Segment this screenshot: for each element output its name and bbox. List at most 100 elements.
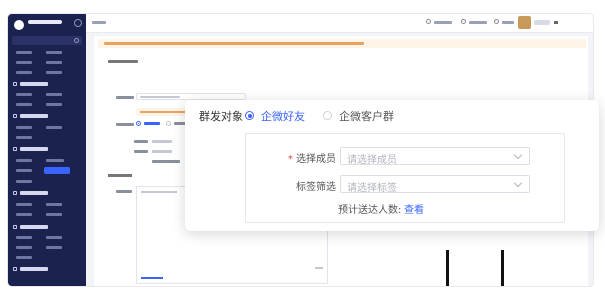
input-placeholder [152,140,172,143]
member-field-label-text: 选择成员 [296,154,336,165]
sidebar-item[interactable] [46,203,62,206]
preview-frame-edge [446,250,449,286]
sidebar-item[interactable] [16,159,32,162]
section-icon [13,147,17,151]
screenshot-canvas: 群发对象 企微好友 企微客户群 * 选择成员 请选择成员 标签筛选 请选择标签 … [0,0,605,298]
sidebar-item[interactable] [16,51,32,54]
add-attachment-link[interactable] [141,277,163,279]
sidebar-item[interactable] [16,93,32,96]
topbar-icon[interactable] [426,19,431,24]
sidebar-item[interactable] [16,236,32,239]
section-icon [13,82,17,86]
input-placeholder [140,96,180,98]
sidebar-item[interactable] [16,213,32,216]
brand-name [28,20,62,24]
avatar[interactable] [518,16,531,29]
topbar [86,14,593,33]
collapse-icon[interactable] [74,19,82,27]
estimate-text [152,160,180,163]
sidebar-item[interactable] [46,236,62,239]
topbar-icon[interactable] [494,19,499,24]
view-estimate-link[interactable]: 查看 [404,201,424,216]
section-icon [13,267,17,271]
topbar-link[interactable] [469,21,487,24]
form-label [134,150,148,153]
option-wecom-friends[interactable]: 企微好友 [261,108,305,124]
chevron-down-icon [513,178,523,188]
sidebar-section[interactable] [13,191,79,195]
sidebar-item[interactable] [46,246,62,249]
section-title [20,267,48,271]
form-label [134,140,148,143]
sidebar-item-active[interactable] [44,167,70,174]
section-title [20,191,48,195]
sidebar-item[interactable] [16,103,32,106]
form-label [116,190,132,193]
sidebar-item[interactable] [46,93,62,96]
sidebar-item[interactable] [16,246,32,249]
form-label [116,123,134,126]
section-heading [108,174,132,177]
sidebar [8,14,86,286]
section-title [20,225,48,229]
member-field-label: * 选择成员 [256,150,336,165]
section-icon [13,191,17,195]
search-icon [74,38,79,43]
sidebar-section[interactable] [13,147,79,151]
radio-unselected-icon[interactable] [323,111,332,120]
tag-select[interactable]: 请选择标签 [340,175,530,194]
radio-selected-icon[interactable] [136,121,141,126]
sidebar-section[interactable] [13,225,79,229]
member-select[interactable]: 请选择成员 [340,147,530,166]
tag-placeholder: 请选择标签 [347,183,397,194]
section-icon [13,225,17,229]
char-count [315,267,323,269]
sidebar-item[interactable] [16,71,32,74]
sidebar-item[interactable] [16,61,32,64]
topbar-icon[interactable] [461,19,466,24]
filter-box: * 选择成员 请选择成员 标签筛选 请选择标签 预计送达人数: 查看 [245,133,565,223]
input-placeholder [152,150,172,153]
back-link[interactable] [92,21,106,24]
send-target-label: 群发对象 [199,110,243,123]
form-label [116,96,134,99]
sidebar-item[interactable] [46,71,62,74]
sidebar-item[interactable] [16,126,32,129]
textarea-placeholder [141,191,177,193]
sidebar-item[interactable] [46,213,62,216]
radio-label[interactable] [144,122,160,125]
sidebar-section[interactable] [13,267,79,271]
sidebar-section[interactable] [13,82,79,86]
sidebar-item[interactable] [46,61,62,64]
topbar-link[interactable] [434,21,452,24]
warning-text [104,42,364,45]
chevron-down-icon[interactable] [554,21,558,24]
radio-selected-icon[interactable] [245,111,254,120]
sidebar-item[interactable] [46,126,62,129]
sidebar-item[interactable] [46,51,62,54]
sidebar-item[interactable] [16,203,32,206]
section-title [20,147,48,151]
member-placeholder: 请选择成员 [347,155,397,166]
sidebar-item[interactable] [16,136,32,139]
sidebar-item[interactable] [16,180,32,183]
sidebar-item[interactable] [16,256,32,259]
sidebar-item[interactable] [46,103,62,106]
logo-icon [14,20,24,30]
option-wecom-groups[interactable]: 企微客户群 [339,108,394,124]
section-heading [108,60,138,63]
name-input[interactable] [136,93,246,100]
chevron-down-icon [513,150,523,160]
warning-banner [98,39,586,48]
send-target-panel: 群发对象 企微好友 企微客户群 * 选择成员 请选择成员 标签筛选 请选择标签 … [185,100,599,231]
tag-field-label: 标签筛选 [296,182,336,193]
sidebar-section[interactable] [13,114,79,118]
sidebar-item[interactable] [46,159,64,162]
sidebar-search[interactable] [12,36,82,45]
topbar-link[interactable] [502,21,514,24]
radio-unselected-icon[interactable] [166,121,171,126]
sidebar-item[interactable] [16,169,32,172]
required-mark: * [287,154,293,165]
section-title [20,114,48,118]
user-menu[interactable] [534,20,550,25]
